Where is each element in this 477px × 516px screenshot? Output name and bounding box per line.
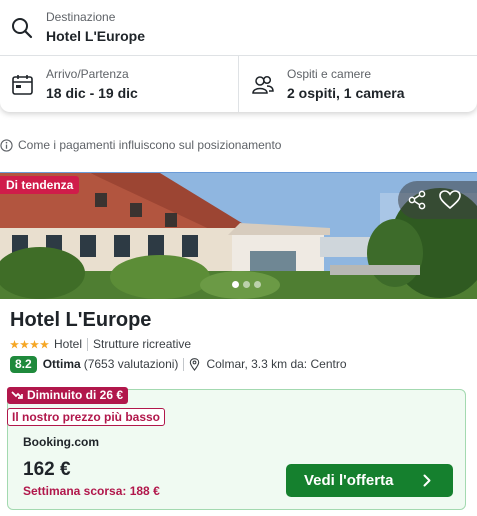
dates-value: 18 dic - 19 dic [46, 85, 138, 101]
last-week-price: Settimana scorsa: 188 € [23, 484, 160, 498]
destination-field[interactable]: Destinazione Hotel L'Europe [0, 0, 477, 56]
hotel-type: Hotel [54, 337, 83, 351]
share-icon[interactable] [406, 189, 428, 211]
star-icon [20, 339, 29, 349]
destination-value: Hotel L'Europe [46, 28, 145, 44]
hotel-location: Colmar, 3.3 km da: Centro [206, 357, 347, 371]
rating-line: 8.2 Ottima (7653 valutazioni) Colmar, 3.… [10, 355, 347, 373]
location-pin-icon [190, 357, 200, 371]
star-icon [40, 339, 49, 349]
guests-label: Ospiti e camere [287, 67, 372, 81]
star-rating [10, 339, 49, 349]
trending-badge: Di tendenza [0, 176, 80, 194]
carousel-dot[interactable] [232, 281, 239, 288]
provider-name: Booking.com [23, 435, 100, 449]
calendar-icon [12, 75, 33, 95]
price: 162 € [23, 459, 71, 480]
rating-word: Ottima [42, 357, 81, 371]
hotel-category: Strutture ricreative [93, 337, 192, 351]
guests-icon [252, 75, 274, 94]
guests-field[interactable]: Ospiti e camere 2 ospiti, 1 camera [239, 56, 477, 112]
dates-field[interactable]: Arrivo/Partenza 18 dic - 19 dic [0, 56, 239, 112]
heart-icon[interactable] [439, 190, 461, 210]
carousel-dot[interactable] [243, 281, 250, 288]
review-count[interactable]: (7653 valutazioni) [84, 357, 179, 371]
best-price-badge: Il nostro prezzo più basso [7, 408, 166, 426]
separator [183, 357, 185, 371]
destination-label: Destinazione [46, 10, 116, 24]
dates-label: Arrivo/Partenza [46, 67, 129, 81]
guests-value: 2 ospiti, 1 camera [287, 85, 405, 101]
info-text: Come i pagamenti influiscono sul posizio… [18, 138, 282, 152]
price-drop-text: Diminuito di 26 € [27, 388, 124, 402]
search-icon [12, 18, 33, 39]
search-card: Destinazione Hotel L'Europe Arrivo/Parte… [0, 0, 477, 112]
star-icon [10, 339, 19, 349]
view-deal-label: Vedi l'offerta [304, 472, 394, 489]
price-drop-badge: Diminuito di 26 € [7, 387, 129, 404]
separator [87, 337, 89, 351]
hotel-meta: Hotel Strutture ricreative [10, 336, 191, 352]
carousel-dot[interactable] [254, 281, 261, 288]
image-actions [398, 181, 477, 219]
score-badge: 8.2 [10, 355, 37, 373]
star-icon [30, 339, 39, 349]
trend-down-icon [11, 391, 23, 399]
chevron-right-icon [423, 474, 431, 487]
hotel-name[interactable]: Hotel L'Europe [10, 309, 151, 332]
carousel-dots [232, 281, 261, 288]
info-icon [0, 138, 13, 152]
view-deal-button[interactable]: Vedi l'offerta [286, 464, 453, 497]
payment-ranking-info[interactable]: Come i pagamenti influiscono sul posizio… [0, 137, 281, 153]
